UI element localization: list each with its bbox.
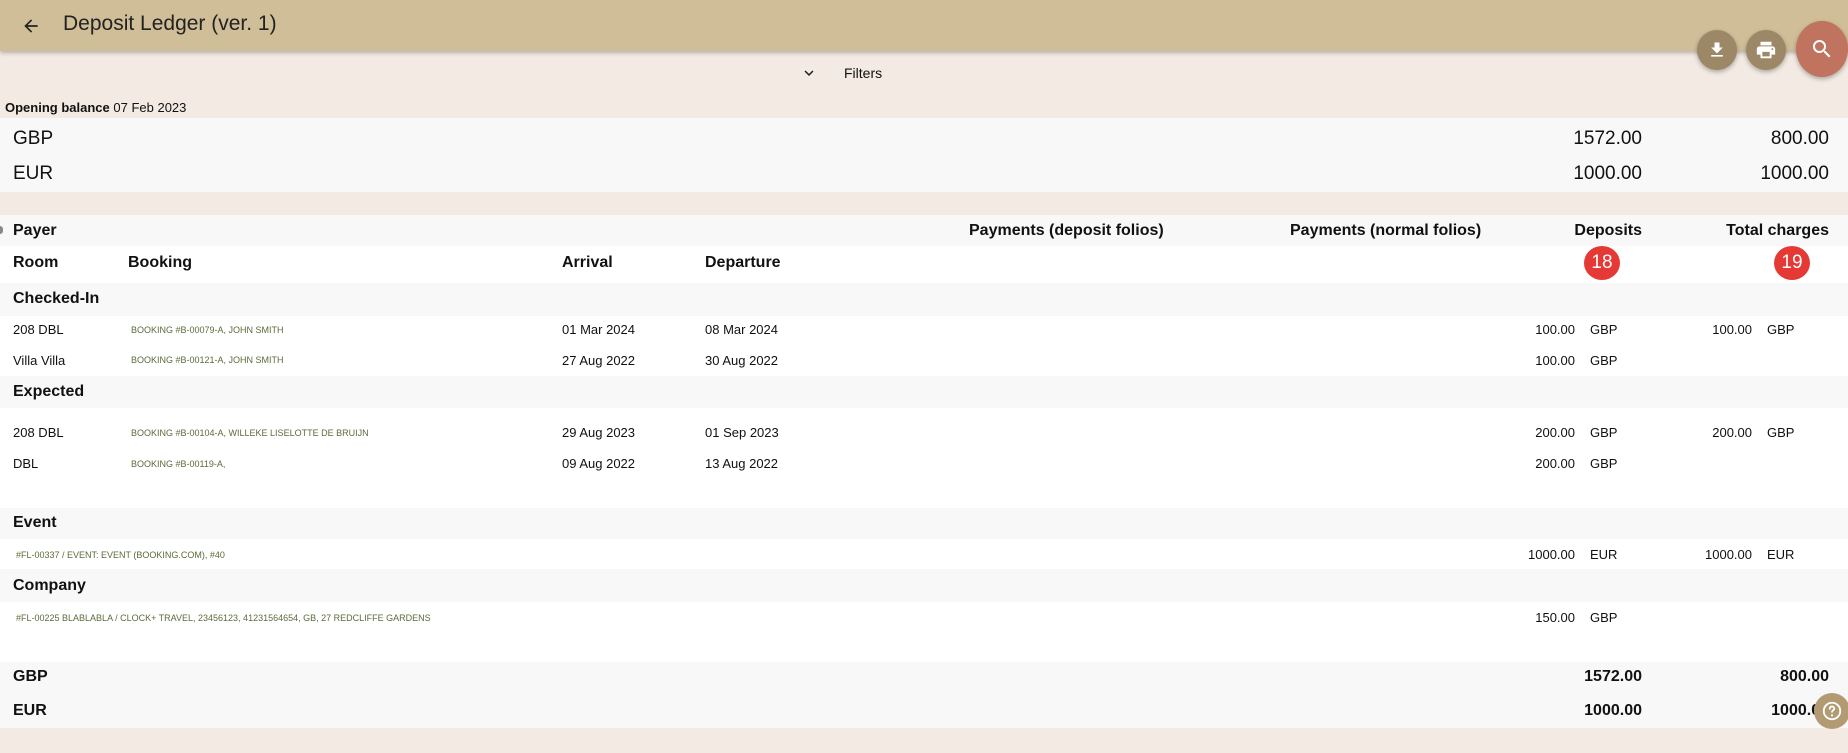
- col-header-departure: Departure: [705, 254, 781, 271]
- row-deposit: 150.00: [1535, 610, 1575, 625]
- folio-link[interactable]: #FL-00337 / EVENT: EVENT (BOOKING.COM), …: [16, 550, 225, 560]
- row-arrival: 27 Aug 2022: [562, 353, 636, 368]
- total-currency: EUR: [13, 702, 47, 719]
- col-header-deposits: Deposits: [1574, 222, 1642, 239]
- col-header-arrival: Arrival: [562, 254, 613, 271]
- col-header-payer: Payer: [13, 222, 57, 239]
- booking-link[interactable]: BOOKING #B-00079-A, JOHN SMITH: [131, 325, 284, 335]
- total-charges: 800.00: [1780, 668, 1829, 685]
- back-button[interactable]: [16, 11, 46, 41]
- row-deposit: 100.00: [1535, 353, 1575, 368]
- booking-link[interactable]: BOOKING #B-00119-A,: [131, 459, 225, 469]
- total-charges: 1000.00: [1771, 702, 1829, 719]
- deposits-count-badge: 18: [1584, 246, 1620, 280]
- opening-deposits: 1000.00: [1573, 163, 1642, 184]
- filters-toggle[interactable]: Filters: [800, 62, 882, 84]
- group-label-event: Event: [13, 514, 57, 531]
- row-departure: 01 Sep 2023: [705, 425, 779, 440]
- row-deposit: 200.00: [1535, 425, 1575, 440]
- row-deposit: 1000.00: [1528, 547, 1575, 562]
- table-header-row-2: [0, 246, 1848, 283]
- group-label-company: Company: [13, 577, 86, 594]
- row-departure: 08 Mar 2024: [705, 322, 778, 337]
- group-header: [0, 376, 1848, 408]
- row-room: 208 DBL: [13, 322, 64, 337]
- chevron-down-icon: [804, 70, 814, 76]
- print-button[interactable]: [1746, 30, 1786, 70]
- row-deposit-currency: GBP: [1590, 425, 1618, 440]
- row-charge: 200.00: [1712, 425, 1752, 440]
- row-charge-currency: GBP: [1767, 322, 1795, 337]
- row-charge: 1000.00: [1705, 547, 1752, 562]
- search-icon: [1813, 40, 1831, 58]
- opening-deposits: 1572.00: [1573, 128, 1642, 149]
- opening-balance: Opening balance 07 Feb 2023: [5, 100, 186, 115]
- row-deposit: 200.00: [1535, 456, 1575, 471]
- row-departure: 30 Aug 2022: [705, 353, 779, 368]
- download-button[interactable]: [1697, 30, 1737, 70]
- row-deposit-currency: GBP: [1590, 322, 1618, 337]
- opening-currency: GBP: [13, 128, 54, 149]
- col-header-payments-deposit: Payments (deposit folios): [969, 222, 1164, 239]
- total-deposits: 1572.00: [1584, 668, 1642, 685]
- row-deposit-currency: GBP: [1590, 353, 1618, 368]
- row-charge-currency: GBP: [1767, 425, 1795, 440]
- row-deposit-currency: EUR: [1590, 547, 1618, 562]
- row-charge: 100.00: [1712, 322, 1752, 337]
- col-header-booking: Booking: [128, 254, 192, 271]
- help-button[interactable]: [1814, 693, 1848, 729]
- opening-currency: EUR: [13, 163, 54, 184]
- row-room: Villa Villa: [13, 353, 66, 368]
- group-label-expected: Expected: [13, 383, 85, 400]
- booking-link[interactable]: BOOKING #B-00121-A, JOHN SMITH: [131, 355, 284, 365]
- group-header: [0, 508, 1848, 539]
- col-header-total-charges: Total charges: [1726, 222, 1829, 239]
- folio-link[interactable]: #FL-00225 BLABLABLA / CLOCK+ TRAVEL, 234…: [16, 613, 431, 623]
- app-bar: Deposit Ledger (ver. 1): [0, 0, 1848, 51]
- group-header: [0, 569, 1848, 602]
- filters-label: Filters: [844, 65, 883, 81]
- opening-charges: 1000.00: [1760, 163, 1829, 184]
- booking-link[interactable]: BOOKING #B-00104-A, WILLEKE LISELOTTE DE…: [131, 428, 369, 438]
- row-departure: 13 Aug 2022: [705, 456, 779, 471]
- group-header: [0, 283, 1848, 316]
- arrow-left-icon: [24, 19, 38, 33]
- download-icon: [1711, 42, 1723, 57]
- row-deposit-currency: GBP: [1590, 456, 1618, 471]
- search-button[interactable]: [1796, 21, 1848, 77]
- row-deposit-currency: GBP: [1590, 610, 1618, 625]
- group-label-checked-in: Checked-In: [13, 290, 100, 307]
- print-icon: [1756, 41, 1776, 59]
- row-arrival: 09 Aug 2022: [562, 456, 636, 471]
- row-room: DBL: [13, 456, 39, 471]
- row-charge-currency: EUR: [1767, 547, 1795, 562]
- charges-count-badge: 19: [1774, 246, 1810, 280]
- page-title: Deposit Ledger (ver. 1): [63, 12, 277, 35]
- total-deposits: 1000.00: [1584, 702, 1642, 719]
- help-icon: [1822, 701, 1842, 721]
- opening-balance-date: 07 Feb 2023: [113, 100, 187, 115]
- col-header-payments-normal: Payments (normal folios): [1290, 222, 1482, 239]
- row-room: 208 DBL: [13, 425, 64, 440]
- col-header-room: Room: [13, 254, 59, 271]
- opening-balance-label: Opening balance: [5, 100, 110, 115]
- row-deposit: 100.00: [1535, 322, 1575, 337]
- row-arrival: 29 Aug 2023: [562, 425, 636, 440]
- opening-charges: 800.00: [1770, 128, 1829, 149]
- row-arrival: 01 Mar 2024: [562, 322, 635, 337]
- total-currency: GBP: [13, 668, 48, 685]
